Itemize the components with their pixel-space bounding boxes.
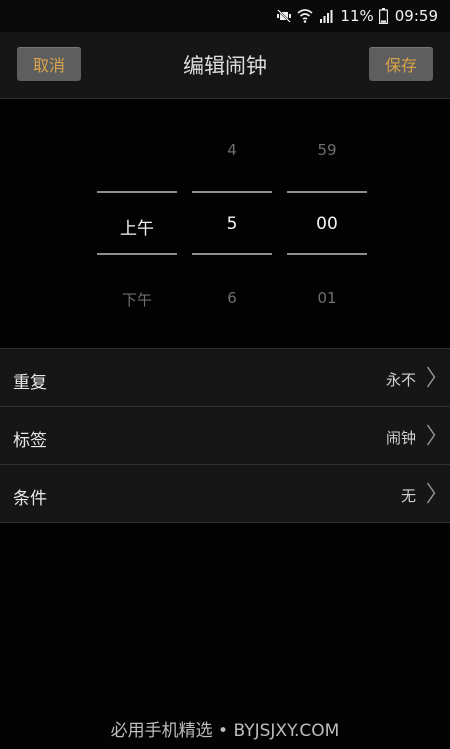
settings-row-repeat[interactable]: 重复 永不: [0, 348, 450, 406]
row-value: 永不: [385, 371, 416, 389]
period-selected[interactable]: 上午: [97, 214, 177, 239]
row-value: 无: [400, 487, 416, 505]
selection-line-top: [97, 191, 177, 193]
settings-row-condition[interactable]: 条件 无: [0, 464, 450, 523]
signal-icon: [318, 8, 334, 24]
hour-prev-option[interactable]: 4: [192, 141, 272, 159]
save-button[interactable]: 保存: [369, 47, 433, 81]
selection-line-bottom: [192, 253, 272, 255]
minute-next-option[interactable]: 01: [287, 289, 367, 307]
chevron-right-icon: [426, 366, 436, 392]
selection-line-bottom: [287, 253, 367, 255]
chevron-right-icon: [426, 424, 436, 450]
minute-selected[interactable]: 00: [287, 214, 367, 234]
minute-prev-option[interactable]: 59: [287, 141, 367, 159]
battery-icon: [378, 8, 388, 24]
selection-line-top: [192, 191, 272, 193]
status-icons: 11% 09:59: [276, 5, 438, 27]
row-label: 标签: [13, 431, 47, 451]
mute-vibrate-icon: [276, 8, 292, 24]
row-label: 条件: [13, 489, 47, 509]
chevron-right-icon: [426, 482, 436, 508]
row-label: 重复: [13, 373, 47, 393]
header-bar: 取消 编辑闹钟 保存: [0, 32, 450, 99]
selection-line-bottom: [97, 253, 177, 255]
wifi-icon: [297, 8, 313, 24]
status-bar: 11% 09:59: [0, 0, 450, 32]
selection-line-top: [287, 191, 367, 193]
time-picker: 上午 下午 4 5 6 59 00 01: [0, 99, 450, 348]
hour-selected[interactable]: 5: [192, 214, 272, 234]
settings-list: 重复 永不 标签 闹钟 条件 无: [0, 348, 450, 523]
clock-time: 09:59: [394, 7, 438, 25]
period-next-option[interactable]: 下午: [97, 289, 177, 310]
settings-row-label[interactable]: 标签 闹钟: [0, 406, 450, 464]
hour-next-option[interactable]: 6: [192, 289, 272, 307]
watermark-text: 必用手机精选 • BYJSJXY.COM: [110, 721, 340, 741]
battery-percent: 11%: [340, 7, 374, 25]
row-value: 闹钟: [385, 429, 416, 447]
